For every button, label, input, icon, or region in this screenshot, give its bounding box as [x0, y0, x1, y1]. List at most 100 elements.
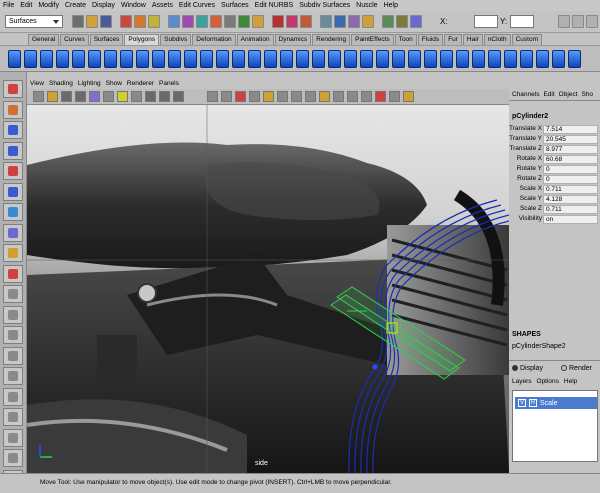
polygon-tool-icon[interactable]: [296, 50, 309, 68]
polygon-tool-icon[interactable]: [504, 50, 517, 68]
polygon-tool-icon[interactable]: [360, 50, 373, 68]
attribute-value-field[interactable]: 0: [543, 175, 598, 184]
shelf-tab-deformation[interactable]: Deformation: [192, 34, 236, 45]
panel-tool-icon[interactable]: [263, 91, 274, 102]
panel-tool-icon[interactable]: [145, 91, 156, 102]
channel-menu-sho[interactable]: Sho: [581, 91, 593, 98]
channel-box-icon[interactable]: [586, 15, 598, 28]
panel-tool-icon[interactable]: [389, 91, 400, 102]
shelf-tab-animation[interactable]: Animation: [236, 34, 274, 45]
display-radio[interactable]: Display: [512, 365, 543, 372]
soft-mod-icon[interactable]: [3, 223, 23, 242]
shelf-tab-painteffects[interactable]: PaintEffects: [351, 34, 394, 45]
select-dynamic-icon[interactable]: [238, 15, 250, 28]
render-radio[interactable]: Render: [561, 365, 592, 372]
menu-surfaces[interactable]: Surfaces: [221, 2, 249, 9]
attribute-value-field[interactable]: 20.545: [543, 135, 598, 144]
shelf-tab-general[interactable]: General: [28, 34, 60, 45]
attribute-value-field[interactable]: 0: [543, 165, 598, 174]
panel-tool-icon[interactable]: [47, 91, 58, 102]
panel-tool-icon[interactable]: [403, 91, 414, 102]
shelf-tab-curves[interactable]: Curves: [60, 34, 89, 45]
y-input[interactable]: [510, 15, 534, 28]
channel-menu-edit[interactable]: Edit: [543, 91, 554, 98]
polygon-tool-icon[interactable]: [440, 50, 453, 68]
select-handle-icon[interactable]: [168, 15, 180, 28]
select-component-icon[interactable]: [148, 15, 160, 28]
select-object-icon[interactable]: [134, 15, 146, 28]
select-tool-icon[interactable]: [3, 80, 23, 98]
polygon-tool-icon[interactable]: [312, 50, 325, 68]
polygon-tool-icon[interactable]: [184, 50, 197, 68]
side-viewport[interactable]: side: [27, 105, 509, 473]
channel-menu-object[interactable]: Object: [559, 91, 578, 98]
polygon-tool-icon[interactable]: [376, 50, 389, 68]
history-icon[interactable]: [320, 15, 332, 28]
polygon-tool-icon[interactable]: [120, 50, 133, 68]
menu-window[interactable]: Window: [121, 2, 146, 9]
panel-tool-icon[interactable]: [249, 91, 260, 102]
layout-graph-icon[interactable]: [3, 367, 23, 385]
attribute-value-field[interactable]: 60.68: [543, 155, 598, 164]
menu-edit-nurbs[interactable]: Edit NURBS: [255, 2, 294, 9]
panel-menu-renderer[interactable]: Renderer: [127, 80, 154, 87]
select-joint-icon[interactable]: [182, 15, 194, 28]
layout-render-icon[interactable]: [3, 428, 23, 447]
polygon-tool-icon[interactable]: [472, 50, 485, 68]
panel-tool-icon[interactable]: [375, 91, 386, 102]
panel-tool-icon[interactable]: [221, 91, 232, 102]
panel-tool-icon[interactable]: [207, 91, 218, 102]
scale-tool-icon[interactable]: [3, 182, 23, 201]
layer-render-toggle[interactable]: R: [529, 399, 537, 407]
select-deform-icon[interactable]: [224, 15, 236, 28]
shelf-tab-hair[interactable]: Hair: [462, 34, 483, 45]
universal-manip-icon[interactable]: [3, 203, 23, 221]
panel-tool-icon[interactable]: [305, 91, 316, 102]
shelf-tab-custom[interactable]: Custom: [511, 34, 543, 45]
panel-tool-icon[interactable]: [173, 91, 184, 102]
polygon-tool-icon[interactable]: [40, 50, 53, 68]
render-frame-icon[interactable]: [334, 15, 346, 28]
polygon-tool-icon[interactable]: [24, 50, 37, 68]
tool-settings-icon[interactable]: [572, 15, 584, 28]
polygon-tool-icon[interactable]: [344, 50, 357, 68]
panel-tool-icon[interactable]: [33, 91, 44, 102]
last-tool-icon[interactable]: [3, 264, 23, 283]
polygon-tool-icon[interactable]: [552, 50, 565, 68]
shelf-tab-dynamics[interactable]: Dynamics: [274, 34, 312, 45]
polygon-tool-icon[interactable]: [456, 50, 469, 68]
shelf-tab-polygons[interactable]: Polygons: [124, 34, 160, 45]
input-output-icon[interactable]: [382, 15, 394, 28]
lasso-tool-icon[interactable]: [3, 100, 23, 119]
polygon-tool-icon[interactable]: [232, 50, 245, 68]
menu-edit-curves[interactable]: Edit Curves: [179, 2, 215, 9]
move-tool-icon[interactable]: [3, 141, 23, 160]
shelf-tab-fluids[interactable]: Fluids: [417, 34, 444, 45]
attribute-value-field[interactable]: 0.711: [543, 185, 598, 194]
attribute-value-field[interactable]: on: [543, 215, 598, 224]
ipr-render-icon[interactable]: [348, 15, 360, 28]
polygon-tool-icon[interactable]: [408, 50, 421, 68]
polygon-tool-icon[interactable]: [424, 50, 437, 68]
panel-tool-icon[interactable]: [277, 91, 288, 102]
shelf-tab-subdivs[interactable]: Subdivs: [160, 34, 192, 45]
panel-tool-icon[interactable]: [131, 91, 142, 102]
polygon-tool-icon[interactable]: [168, 50, 181, 68]
menu-edit[interactable]: Edit: [20, 2, 32, 9]
mode-selector[interactable]: Surfaces: [5, 15, 63, 28]
x-input[interactable]: [474, 15, 498, 28]
panel-tool-icon[interactable]: [89, 91, 100, 102]
layer-menu-help[interactable]: Help: [564, 378, 577, 385]
panel-tool-icon[interactable]: [361, 91, 372, 102]
attribute-value-field[interactable]: 8.977: [543, 145, 598, 154]
polygon-tool-icon[interactable]: [248, 50, 261, 68]
new-scene-icon[interactable]: [72, 15, 84, 28]
polygon-tool-icon[interactable]: [280, 50, 293, 68]
transform-mode-icon[interactable]: [410, 15, 422, 28]
panel-tool-icon[interactable]: [103, 91, 114, 102]
layer-menu-layers[interactable]: Layers: [512, 378, 532, 385]
polygon-tool-icon[interactable]: [104, 50, 117, 68]
menu-create[interactable]: Create: [65, 2, 86, 9]
layer-menu-options[interactable]: Options: [537, 378, 559, 385]
save-scene-icon[interactable]: [100, 15, 112, 28]
